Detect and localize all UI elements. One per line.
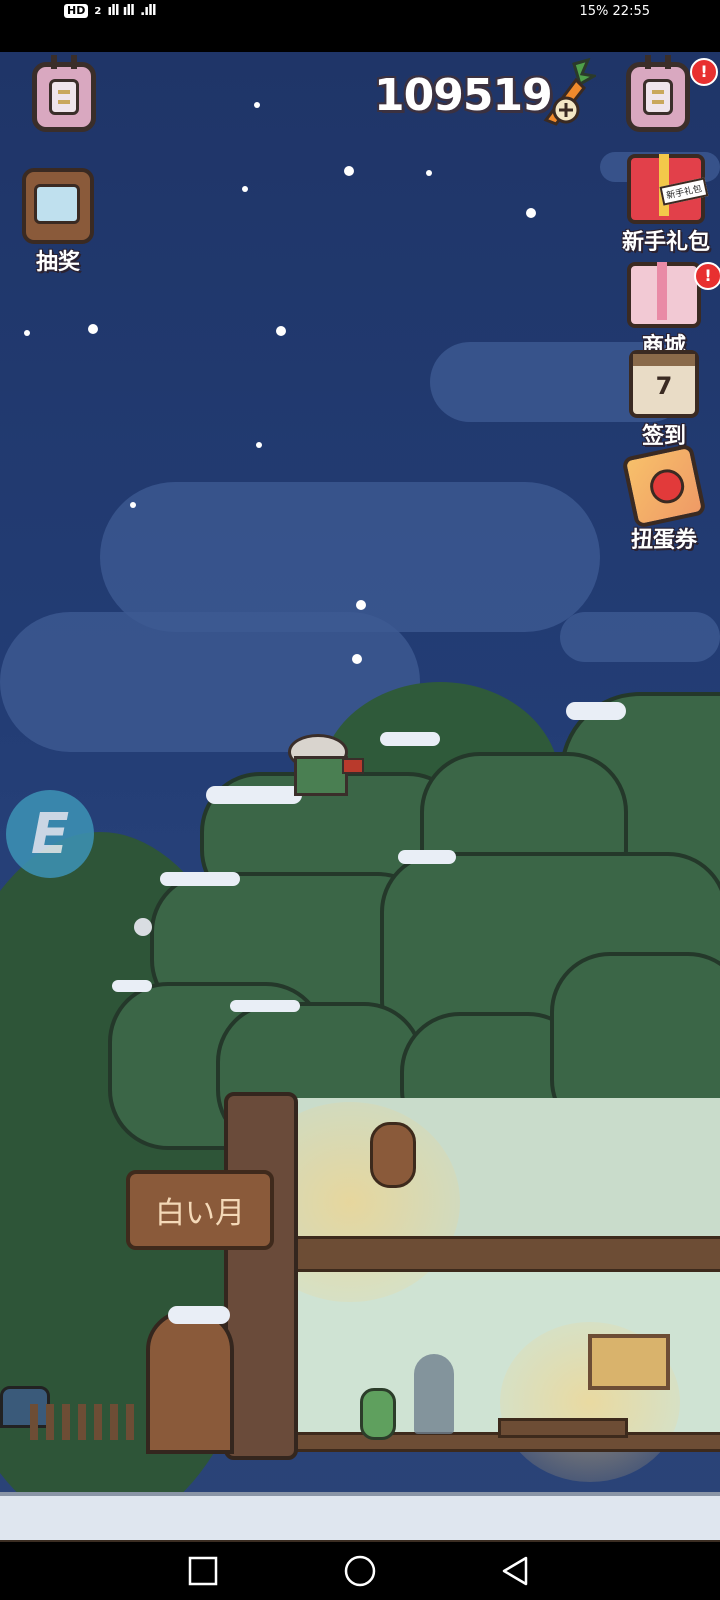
clock[interactable] [370,1122,416,1188]
snowflake [526,208,536,218]
table[interactable] [498,1418,628,1438]
snowflake [344,166,354,176]
snowflake [254,102,260,108]
snowflake [256,442,262,448]
snow-patch [380,732,440,746]
gift-box-icon: 新手礼包 [627,154,709,224]
snowflake [242,186,248,192]
snowflake [352,654,362,664]
gacha-ticket-button[interactable]: 扭蛋券 [616,443,712,554]
signin-button[interactable]: 7 签到 [616,350,712,450]
snowflake [426,170,432,176]
small-rabbit[interactable] [134,918,152,936]
lottery-machine-icon [22,168,94,244]
snow-patch [112,980,152,992]
notification-badge: ! [694,262,720,290]
add-carrot-button[interactable] [536,57,599,128]
snow-patch [398,850,456,864]
calendar-icon: 7 [629,350,699,418]
gacha-ticket-icon [621,443,707,529]
menu-button-left[interactable] [32,55,96,132]
list-icon [643,79,673,115]
status-right-text: 15% 22:55 [579,3,651,19]
signin-label: 签到 [641,424,686,449]
notification-badge: ! [690,58,718,86]
snow-patch [168,1306,230,1324]
turtle-character[interactable] [360,1388,396,1440]
menu-handle [51,55,57,69]
house-floor-divider [288,1236,720,1272]
painting[interactable] [588,1334,670,1390]
snow-patch [230,1000,300,1012]
newbie-gift-button[interactable]: 新手礼包 新手礼包 [612,154,720,256]
home-icon[interactable] [343,1554,377,1588]
shop-gift-icon [627,262,701,328]
signal-icon-2: .ıll [139,3,157,19]
fan[interactable] [414,1354,454,1434]
menu-handle [665,55,671,69]
gacha-ticket-label: 扭蛋券 [630,528,697,553]
carrot-counter: 109519 [374,70,553,121]
tree-door[interactable] [146,1310,234,1454]
menu-button-right[interactable] [626,55,690,132]
rabbit-character[interactable] [288,734,368,810]
recent-apps-icon[interactable] [186,1554,220,1588]
snowflake [88,324,98,334]
game-scene[interactable]: 白い月 [0,52,720,1542]
snowflake [276,326,286,336]
cloud [100,482,600,632]
navigation-bar [0,1542,720,1600]
status-right: 15% 22:55 [580,0,651,22]
snow-patch [160,872,240,886]
snow-ground [0,1492,720,1542]
floating-e-button[interactable]: E [6,790,94,878]
snowflake [356,600,366,610]
snowflake [24,330,30,336]
fence [30,1404,140,1440]
cloud [560,612,720,662]
menu-handle [645,55,651,69]
signin-day: 7 [655,372,673,400]
tree-trunk [224,1092,298,1460]
status-left: HD 2 ıll ıll .ıll [64,0,157,22]
snow-patch [566,702,626,720]
hd-badge: HD [64,4,89,18]
lottery-button[interactable]: 抽奖 [10,168,106,276]
newbie-gift-label: 新手礼包 [621,230,710,255]
list-icon [49,79,79,115]
house-sign[interactable]: 白い月 [126,1170,274,1250]
status-bar: HD 2 ıll ıll .ıll 15% 22:55 [0,0,720,52]
carrot-icon [543,57,599,126]
menu-handle [71,55,77,69]
snowflake [130,502,136,508]
signal-icon: ıll ıll [107,3,135,19]
sim-indicator: 2 [94,5,102,17]
back-icon[interactable] [498,1554,532,1588]
lottery-label: 抽奖 [35,250,80,275]
